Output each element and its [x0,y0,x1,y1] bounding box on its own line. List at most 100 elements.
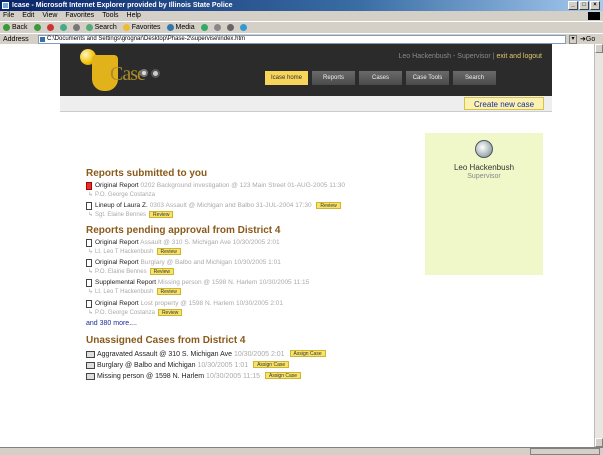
page-viewport: Case Leo Hackenbush - Supervisor | exit … [0,44,594,447]
forward-button[interactable] [33,22,41,33]
case-date: 10/30/2005 1:01 [197,361,249,369]
section-title-pending: Reports pending approval from District 4 [86,225,281,237]
address-url: C:\Documents and Settings\grognar\Deskto… [47,36,246,42]
scroll-up-button[interactable] [595,44,603,53]
stop-button[interactable] [46,22,54,33]
nav-icase-home[interactable]: Icase home [265,71,308,85]
nav-cases[interactable]: Cases [359,71,402,85]
logo-gear-icon [140,69,148,77]
reply-arrow-icon: ↳ [88,309,94,316]
report-type-link[interactable]: Original Report [95,239,139,246]
report-detail: Burglary @ Balbo and Michigan 10/30/2005… [140,259,281,267]
home-button[interactable] [72,22,80,33]
create-new-case-button[interactable]: Create new case [464,97,544,110]
logout-link[interactable]: exit and logout [496,53,542,60]
page-icon [40,37,45,42]
report-officer: ↳ Sgt. Elaine Bennes Review [86,211,416,220]
media-icon [166,24,174,31]
report-type-link[interactable]: Original Report [95,259,139,266]
report-row: Supplemental Report Missing person @ 159… [86,279,416,288]
review-button[interactable]: Review [149,211,174,219]
report-detail: Lost property @ 1598 N. Harlem 10/30/200… [140,299,283,307]
app-header: Case Leo Hackenbush - Supervisor | exit … [60,44,552,96]
case-date: 10/30/2005 2:01 [233,350,285,358]
nav-reports[interactable]: Reports [312,71,355,85]
dashboard-content: Reports submitted to you Original Report… [86,168,416,382]
report-officer: ↳ P.O. Elaine Bennes Review [86,268,416,277]
print-button[interactable] [226,22,234,33]
back-button[interactable]: Back [3,22,28,33]
search-button[interactable]: Search [85,22,117,33]
history-icon [200,24,208,31]
address-bar: Address C:\Documents and Settings\grogna… [0,33,603,44]
history-button[interactable] [200,22,208,33]
window-title: Icase - Microsoft Internet Explorer prov… [12,2,233,9]
menu-view[interactable]: View [42,11,57,21]
case-name-link[interactable]: Burglary @ Balbo and Michigan [97,362,196,369]
assign-case-button[interactable]: Assign Case [289,350,326,358]
window-controls: _ □ × [568,1,600,10]
menu-bar: File Edit View Favorites Tools Help [0,11,603,21]
review-button[interactable]: Review [316,202,341,209]
reply-arrow-icon: ↳ [88,212,94,219]
report-detail: 0303 Assault @ Michigan and Balbo 31-JUL… [149,202,312,210]
more-reports-link[interactable]: and 380 more.... [86,320,416,327]
menu-edit[interactable]: Edit [22,11,34,21]
assign-case-button[interactable]: Assign Case [253,361,290,369]
stop-icon [46,24,54,31]
search-icon [85,24,93,31]
review-button[interactable]: Review [149,268,174,276]
nav-case-tools[interactable]: Case Tools [406,71,449,85]
case-row: Aggravated Assault @ 310 S. Michigan Ave… [86,349,416,360]
windows-flag-icon [588,12,600,20]
minimize-button[interactable]: _ [568,1,578,10]
report-row: Original Report Lost property @ 1598 N. … [86,299,416,308]
case-date: 10/30/2005 11:15 [206,372,261,380]
report-type-link[interactable]: Original Report [95,182,139,189]
review-button[interactable]: Review [156,248,181,256]
forward-arrow-icon [33,24,41,31]
case-name-link[interactable]: Missing person @ 1598 N. Harlem [97,373,204,380]
close-button[interactable]: × [590,1,600,10]
report-type-link[interactable]: Supplemental Report [95,279,156,286]
menu-favorites[interactable]: Favorites [65,11,94,21]
document-icon [86,259,92,268]
report-row: Lineup of Laura Z. 0303 Assault @ Michig… [86,202,416,210]
favorites-button[interactable]: Favorites [122,22,161,33]
report-officer: ↳ Lt. Leo T Hackenbush Review [86,288,416,297]
reply-arrow-icon: ↳ [88,289,94,296]
vertical-scrollbar[interactable] [594,44,603,447]
reply-arrow-icon: ↳ [88,192,94,198]
case-name-link[interactable]: Aggravated Assault @ 310 S. Michigan Ave [97,351,232,358]
report-row: Original Report Assault @ 310 S. Michiga… [86,239,416,248]
edit-button[interactable] [239,22,247,33]
document-icon [86,202,92,210]
mail-icon [213,24,221,31]
refresh-button[interactable] [59,22,67,33]
menu-tools[interactable]: Tools [102,11,118,21]
menu-help[interactable]: Help [127,11,141,21]
scroll-down-button[interactable] [595,438,603,447]
review-button[interactable]: Review [157,308,183,316]
assign-case-button[interactable]: Assign Case [264,372,302,380]
address-dropdown-button[interactable]: ▾ [569,35,577,44]
status-bar [0,447,603,455]
case-row: Burglary @ Balbo and Michigan 10/30/2005… [86,360,416,371]
report-type-link[interactable]: Original Report [95,300,139,307]
star-icon [122,24,130,31]
report-detail: 0202 Background investigation @ 123 Main… [140,182,346,189]
mail-button[interactable] [213,22,221,33]
report-type-link[interactable]: Lineup of Laura Z. [95,202,148,209]
current-user: Leo Hackenbush - Supervisor [398,53,491,60]
address-input[interactable]: C:\Documents and Settings\grognar\Deskto… [38,35,566,44]
report-officer: ↳ Lt. Leo T Hackenbush Review [86,248,416,257]
maximize-button[interactable]: □ [579,1,589,10]
report-detail: Missing person @ 1598 N. Harlem 10/30/20… [157,279,310,287]
review-button[interactable]: Review [156,288,181,296]
nav-search[interactable]: Search [453,71,496,85]
icase-logo[interactable]: Case [80,49,170,91]
print-icon [226,24,234,31]
document-icon [86,299,92,308]
media-button[interactable]: Media [166,22,195,33]
menu-file[interactable]: File [3,11,14,21]
